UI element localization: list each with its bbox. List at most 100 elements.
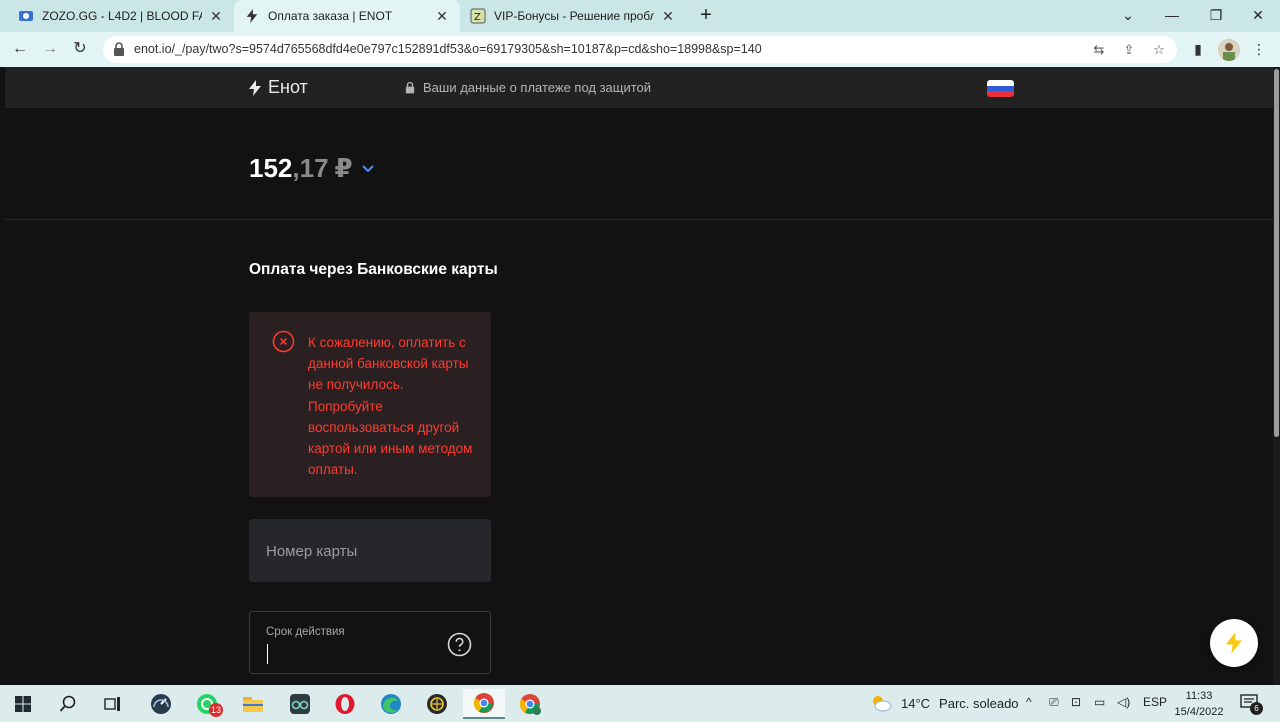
- security-notice: Ваши данные о платеже под защитой: [405, 80, 651, 95]
- folder-icon: [243, 697, 263, 712]
- chrome-icon: [519, 694, 541, 715]
- error-message: К сожалению, оплатить с данной банковско…: [308, 335, 473, 478]
- amount-integer: 152: [249, 153, 293, 183]
- lock-icon: [405, 81, 415, 94]
- error-icon: [272, 330, 295, 353]
- browser-tab-strip: ZOZO.GG - L4D2 | BLOOD FACTO ✕ Оплата за…: [0, 0, 1280, 32]
- tab-title: Оплата заказа | ENOT: [268, 9, 393, 23]
- taskbar-app-glasses[interactable]: [282, 689, 318, 719]
- system-clock[interactable]: 11:33 15/4/2022: [1168, 688, 1230, 720]
- tab-title: ZOZO.GG - L4D2 | BLOOD FACTO: [42, 9, 202, 23]
- new-tab-button[interactable]: +: [694, 4, 718, 28]
- svg-text:Z: Z: [474, 12, 481, 23]
- brand-name: Енот: [268, 77, 308, 97]
- quick-action-button[interactable]: [1210, 619, 1258, 667]
- chrome-icon: [473, 693, 494, 713]
- input-language[interactable]: ESP: [1143, 695, 1167, 709]
- taskbar-app-chrome-profile[interactable]: [512, 689, 548, 719]
- tab-vip-bonus[interactable]: Z VIP-Бонусы - Решение проблем ✕: [460, 0, 686, 32]
- translate-icon[interactable]: ⇆: [1089, 40, 1109, 60]
- share-icon[interactable]: ⇪: [1119, 40, 1139, 60]
- glasses-app-icon: [290, 694, 310, 714]
- address-bar[interactable]: enot.io/_/pay/two?s=9574d765568dfd4e0e79…: [103, 36, 1177, 63]
- clock-time: 11:33: [1185, 690, 1213, 702]
- page-scrollbar[interactable]: [1273, 67, 1280, 685]
- tab-title: VIP-Бонусы - Решение проблем: [494, 9, 654, 23]
- forward-button[interactable]: →: [38, 37, 62, 61]
- windows-logo-icon: [15, 696, 31, 712]
- site-header: Енот Ваши данные о платеже под защитой: [5, 67, 1273, 108]
- search-icon: [59, 695, 76, 712]
- expiry-label: Срок действия: [266, 626, 345, 638]
- task-view-button[interactable]: [95, 689, 131, 719]
- brand-logo[interactable]: Енот: [249, 77, 308, 98]
- bolt-icon: [1226, 632, 1242, 654]
- profile-avatar[interactable]: [1218, 39, 1240, 61]
- bolt-icon: [244, 8, 260, 24]
- back-button[interactable]: ←: [8, 37, 32, 61]
- search-button[interactable]: [50, 689, 86, 719]
- chevron-down-icon[interactable]: [361, 164, 375, 174]
- opera-icon: [335, 694, 355, 714]
- close-icon[interactable]: ✕: [208, 8, 224, 25]
- scrollbar-thumb[interactable]: [1274, 69, 1279, 437]
- globe-icon: [18, 8, 34, 24]
- error-alert: К сожалению, оплатить с данной банковско…: [249, 312, 491, 497]
- expiry-date-field[interactable]: Срок действия: [249, 611, 491, 674]
- start-button[interactable]: [5, 689, 41, 719]
- side-panel-icon[interactable]: ▮: [1187, 38, 1209, 60]
- reload-button[interactable]: ↻: [68, 37, 92, 61]
- security-text: Ваши данные о платеже под защитой: [423, 80, 652, 95]
- card-number-placeholder: Номер карты: [266, 543, 358, 560]
- amount-fraction: ,17: [292, 153, 329, 183]
- maximize-button[interactable]: ❐: [1194, 0, 1238, 32]
- speedometer-icon: [151, 694, 171, 714]
- task-view-icon: [104, 697, 120, 711]
- windows-taskbar: 13 14°C Parc. soleado ^ ⎚ ⊡ ▭ ◁) ESP 11:…: [0, 685, 1280, 722]
- taskbar-app-speedometer[interactable]: [143, 689, 179, 719]
- help-icon[interactable]: [447, 632, 472, 657]
- tab-enot[interactable]: Оплата заказа | ENOT ✕: [234, 0, 460, 32]
- currency-symbol: ₽: [334, 153, 353, 183]
- card-number-field[interactable]: Номер карты: [249, 519, 491, 582]
- lock-icon: [114, 42, 124, 56]
- meet-now-icon[interactable]: ⎚: [1049, 695, 1059, 710]
- taskbar-app-chrome-active[interactable]: [463, 689, 505, 719]
- weather-description: Parc. soleado: [939, 695, 1019, 711]
- payment-method-title: Оплата через Банковские карты: [249, 261, 498, 278]
- notification-center-icon[interactable]: 6: [1240, 694, 1264, 715]
- clock-date: 15/4/2022: [1174, 706, 1224, 718]
- game-app-icon: [427, 694, 447, 714]
- minimize-button[interactable]: —: [1150, 0, 1194, 32]
- close-icon[interactable]: ✕: [660, 8, 676, 25]
- tab-search-icon[interactable]: ⌄: [1106, 0, 1150, 32]
- weather-temperature: 14°C: [901, 695, 931, 711]
- notification-count: 6: [1250, 702, 1263, 715]
- text-cursor: [267, 644, 268, 664]
- taskbar-app-edge[interactable]: [373, 689, 409, 719]
- chevron-up-icon[interactable]: ^: [1026, 695, 1032, 709]
- edge-icon: [381, 694, 401, 714]
- language-flag-icon[interactable]: [987, 80, 1014, 97]
- order-amount[interactable]: 152 ,17 ₽: [249, 153, 375, 184]
- app-tray-icon[interactable]: ⊡: [1071, 695, 1081, 709]
- taskbar-app-game[interactable]: [419, 689, 455, 719]
- divider: [5, 219, 1273, 220]
- tab-zozo[interactable]: ZOZO.GG - L4D2 | BLOOD FACTO ✕: [8, 0, 234, 32]
- close-icon[interactable]: ✕: [434, 8, 450, 25]
- taskbar-app-file-explorer[interactable]: [235, 689, 271, 719]
- browser-toolbar: ← → ↻ enot.io/_/pay/two?s=9574d765568dfd…: [0, 32, 1280, 67]
- z-site-icon: Z: [470, 8, 486, 24]
- weather-widget[interactable]: 14°C Parc. soleado: [870, 694, 1019, 712]
- volume-icon[interactable]: ◁): [1117, 695, 1130, 709]
- taskbar-app-opera[interactable]: [327, 689, 363, 719]
- bookmark-star-icon[interactable]: ☆: [1149, 40, 1169, 60]
- url-text: enot.io/_/pay/two?s=9574d765568dfd4e0e79…: [134, 42, 762, 56]
- payment-page: Енот Ваши данные о платеже под защитой 1…: [0, 67, 1280, 685]
- unread-badge: 13: [209, 703, 224, 717]
- partly-sunny-icon: [873, 696, 892, 712]
- window-close-button[interactable]: ✕: [1236, 0, 1280, 32]
- network-icon[interactable]: ▭: [1094, 695, 1105, 709]
- taskbar-app-whatsapp[interactable]: 13: [189, 689, 225, 719]
- menu-icon[interactable]: ⋮: [1248, 38, 1270, 60]
